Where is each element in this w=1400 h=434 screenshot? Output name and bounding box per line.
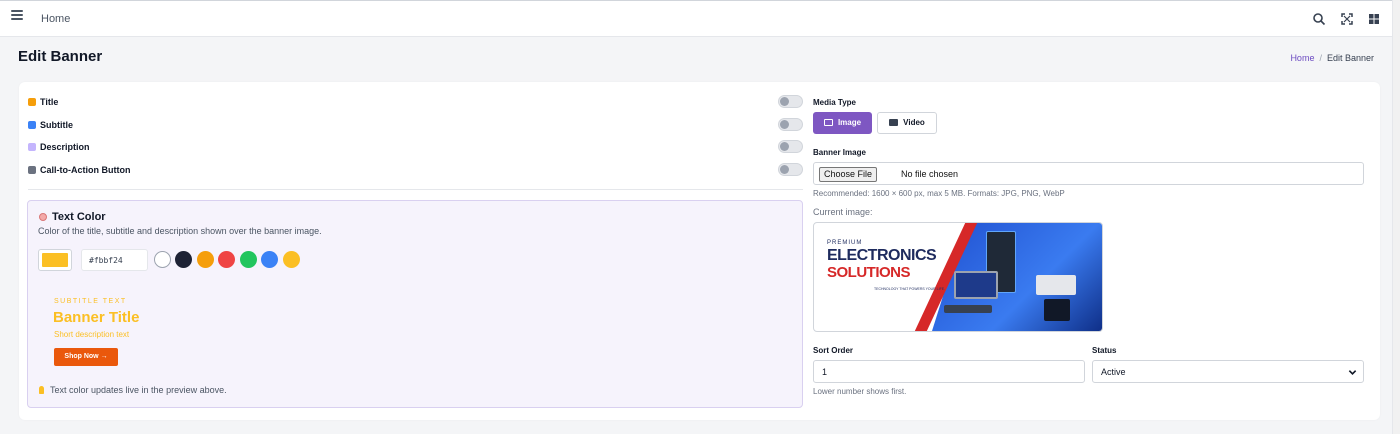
video-camera-icon	[889, 119, 899, 126]
subtitle-toggle-switch[interactable]	[778, 118, 803, 131]
media-video-button[interactable]: Video	[877, 112, 937, 134]
laptop-image	[954, 271, 998, 299]
preset-color-green[interactable]	[240, 251, 257, 268]
toggle-label-cta: Call-to-Action Button	[40, 165, 131, 175]
cta-emoji-icon	[28, 166, 36, 174]
image-icon	[823, 119, 833, 126]
color-picker[interactable]	[38, 249, 72, 271]
preview-subtitle: SUBTITLE TEXT	[54, 298, 127, 305]
printer-image	[1036, 275, 1076, 295]
toggle-label-subtitle: Subtitle	[40, 120, 73, 130]
title-toggle-switch[interactable]	[778, 95, 803, 108]
edit-banner-card: Title Subtitle Description Call-to-Actio…	[19, 82, 1380, 420]
top-bar: Home	[0, 0, 1400, 37]
color-picker-fill	[42, 253, 68, 267]
toggle-row-description: Description	[28, 140, 803, 156]
status-select[interactable]: Active	[1092, 360, 1364, 383]
description-emoji-icon	[28, 143, 36, 151]
cta-toggle-switch[interactable]	[778, 163, 803, 176]
lightbulb-icon	[39, 386, 44, 394]
banner-file-input[interactable]: Choose File No file chosen	[813, 162, 1364, 185]
hamburger-menu-icon[interactable]	[11, 10, 23, 20]
preview-description: Short description text	[54, 330, 130, 339]
preset-color-navy[interactable]	[175, 251, 192, 268]
breadcrumb-current: Edit Banner	[1326, 53, 1374, 63]
sort-order-input[interactable]: 1	[813, 360, 1085, 383]
preset-color-yellow[interactable]	[283, 251, 300, 268]
banner-text-premium: PREMIUM	[827, 240, 863, 246]
title-emoji-icon	[28, 98, 36, 106]
chevron-down-icon	[1348, 370, 1357, 375]
toggle-row-title: Title	[28, 95, 803, 111]
section-divider	[28, 189, 803, 190]
text-color-heading: Text Color	[39, 211, 106, 223]
banner-image-label: Banner Image	[813, 148, 866, 157]
preview-cta-button: Shop Now →	[54, 348, 118, 366]
preset-color-white[interactable]	[154, 251, 171, 268]
page-scrollbar[interactable]	[1392, 0, 1400, 434]
breadcrumb-separator: /	[1319, 53, 1322, 63]
search-icon[interactable]	[1312, 12, 1326, 26]
preview-title: Banner Title	[53, 309, 140, 326]
toggle-label-description: Description	[40, 142, 90, 152]
file-status-text: No file chosen	[901, 169, 959, 179]
toggle-row-subtitle: Subtitle	[28, 118, 803, 134]
banner-image-help: Recommended: 1600 × 600 px, max 5 MB. Fo…	[813, 189, 1065, 198]
palette-icon	[39, 213, 47, 221]
banner-text-solutions: SOLUTIONS	[827, 264, 911, 281]
cpu-box-image	[1044, 299, 1070, 321]
toggle-row-cta: Call-to-Action Button	[28, 163, 803, 179]
media-image-button[interactable]: Image	[813, 112, 872, 134]
current-image-label: Current image:	[813, 207, 873, 217]
breadcrumb-home-link[interactable]: Home	[1290, 53, 1314, 63]
media-type-label: Media Type	[813, 98, 856, 107]
text-color-description: Color of the title, subtitle and descrip…	[38, 226, 322, 236]
choose-file-button[interactable]: Choose File	[819, 167, 878, 182]
nav-home-link[interactable]: Home	[41, 13, 70, 25]
breadcrumb: Home / Edit Banner	[1290, 53, 1374, 63]
fullscreen-icon[interactable]	[1340, 12, 1354, 26]
status-selected-value: Active	[1101, 367, 1126, 377]
sort-order-label: Sort Order	[813, 346, 854, 355]
keyboard-image	[944, 305, 992, 313]
current-banner-image: PREMIUM ELECTRONICS SOLUTIONS TECHNOLOGY…	[813, 222, 1103, 332]
toggle-label-title: Title	[40, 97, 59, 107]
sort-order-help: Lower number shows first.	[813, 387, 907, 396]
status-label: Status	[1092, 346, 1117, 355]
hex-color-input[interactable]: #fbbf24	[81, 249, 148, 271]
preset-color-red[interactable]	[218, 251, 235, 268]
banner-text-electronics: ELECTRONICS	[827, 247, 937, 264]
live-preview-note: Text color updates live in the preview a…	[39, 385, 227, 395]
preset-color-blue[interactable]	[261, 251, 278, 268]
apps-grid-icon[interactable]	[1367, 12, 1381, 26]
preset-color-amber[interactable]	[197, 251, 214, 268]
page-title: Edit Banner	[18, 48, 103, 65]
subtitle-emoji-icon	[28, 121, 36, 129]
banner-tagline: TECHNOLOGY THAT POWERS YOUR LIFE.	[874, 287, 946, 291]
description-toggle-switch[interactable]	[778, 140, 803, 153]
text-color-panel: Text Color Color of the title, subtitle …	[27, 200, 803, 408]
